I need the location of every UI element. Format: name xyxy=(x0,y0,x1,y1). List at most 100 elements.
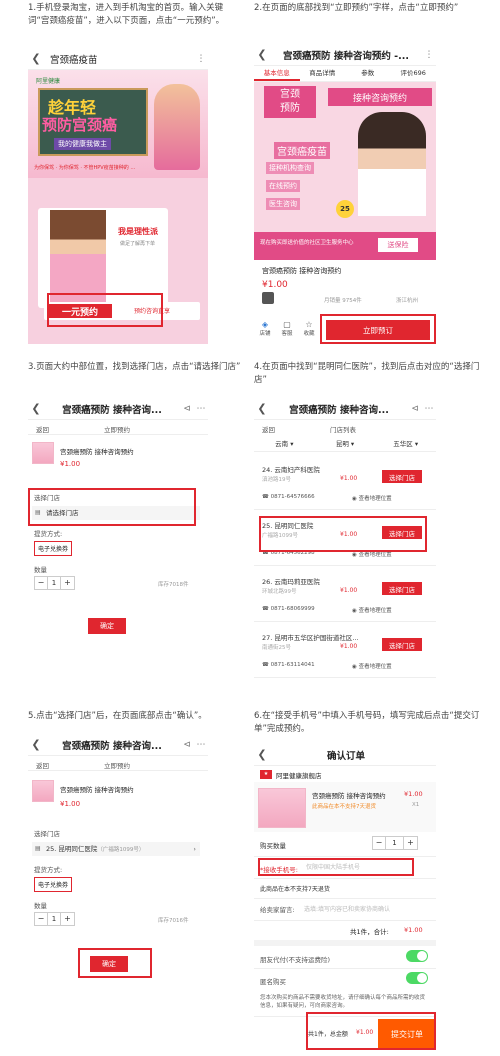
select-store-button[interactable]: 选择门店 xyxy=(382,582,422,595)
district-filter[interactable]: 五华区 ▾ xyxy=(375,438,436,451)
divider xyxy=(254,878,436,879)
slogan: 我的健康我做主 xyxy=(54,138,111,150)
province-filter[interactable]: 云南 ▾ xyxy=(254,438,315,451)
feature-2: 在线预约 xyxy=(266,180,300,192)
back-link[interactable]: 返回 xyxy=(36,760,49,770)
store-label: 选择门店 xyxy=(34,830,60,838)
store-item: 26. 云南玛莉亚医院 环城北路99号 ¥1.00 选择门店 ☎ 0871-68… xyxy=(254,570,436,622)
back-link[interactable]: 返回 xyxy=(262,424,275,434)
qty-value: 1 xyxy=(48,913,61,925)
chevron-right-icon: › xyxy=(193,845,196,853)
plus-icon[interactable]: + xyxy=(404,837,417,849)
tab-book: 立即预约 xyxy=(104,762,130,770)
product-name: 宫颈癌预防 接种咨询预约 xyxy=(262,267,342,275)
tab-basic-info[interactable]: 基本信息 xyxy=(254,66,300,81)
select-store-button[interactable]: 选择门店 xyxy=(382,638,422,651)
bubble-title: 我是理性派 xyxy=(118,227,158,236)
more-icon[interactable]: ⋯ xyxy=(194,740,208,750)
insurance-button[interactable]: 送保险 xyxy=(378,238,418,252)
view-map-link[interactable]: ◉ 查看地理位置 xyxy=(352,606,392,614)
page-title: 宫颈癌预防 接种咨询... xyxy=(62,740,162,752)
minus-icon[interactable]: − xyxy=(373,837,386,849)
address-notice: 您本次购买的商品不需要收货地址，请仔细确认每个商品所需的收货信息，如果有疑问，可… xyxy=(260,995,426,1009)
friend-pay-toggle[interactable] xyxy=(406,950,428,962)
phone-icon: ☎ xyxy=(262,662,269,668)
province-value: 云南 xyxy=(275,440,289,448)
view-map-label: 查看地理位置 xyxy=(358,496,392,502)
back-icon[interactable]: ❮ xyxy=(28,738,44,751)
qty-value: 1 xyxy=(386,837,404,849)
coupon-option[interactable]: 电子兑换券 xyxy=(34,541,73,556)
message-input[interactable]: 选填:填写内容已和卖家协商确认 xyxy=(304,904,390,913)
highlight-store-tongren xyxy=(259,516,427,552)
share-icon[interactable]: ⊲ xyxy=(408,404,422,414)
minus-icon[interactable]: − xyxy=(35,577,48,589)
banner-subline: 为你保驾 · 为你保驾 · 不管HPV疫苗接种的 … xyxy=(34,165,136,171)
shop-name: 阿里健康旗舰店 xyxy=(276,772,322,780)
store-address: 滇池路19号 xyxy=(262,477,291,483)
favorite-action[interactable]: ☆ 收藏 xyxy=(298,316,320,344)
view-map-link[interactable]: ◉ 查看地理位置 xyxy=(352,662,392,670)
back-icon[interactable]: ❮ xyxy=(254,748,270,761)
quantity-stepper[interactable]: −1 + xyxy=(372,836,418,850)
highlight-phone-field xyxy=(258,858,414,876)
plus-icon[interactable]: + xyxy=(61,913,74,925)
quantity-stepper[interactable]: −1 + xyxy=(34,912,75,926)
item-price: ¥1.00 xyxy=(60,800,81,808)
more-icon[interactable]: ⋮ xyxy=(422,50,436,60)
minus-icon[interactable]: − xyxy=(35,913,48,925)
shop-action[interactable]: ◈ 店铺 xyxy=(254,316,276,344)
plus-icon[interactable]: + xyxy=(61,577,74,589)
city-filter[interactable]: 昆明 ▾ xyxy=(315,438,376,451)
confirm-button[interactable]: 确定 xyxy=(88,618,126,634)
banner-left-line2: 预防 xyxy=(280,103,300,114)
back-link[interactable]: 返回 xyxy=(36,424,49,434)
selected-store-name: 25. 昆明同仁医院 xyxy=(46,845,98,853)
search-field[interactable]: 宫颈癌疫苗 xyxy=(44,52,194,66)
city-value: 昆明 xyxy=(335,440,349,448)
cart-icon[interactable] xyxy=(262,292,274,304)
back-icon[interactable]: ❮ xyxy=(254,402,270,415)
qty-label: 数量 xyxy=(34,902,47,910)
more-icon[interactable]: ⋯ xyxy=(194,404,208,414)
tab-params[interactable]: 参数 xyxy=(345,66,391,81)
share-icon[interactable]: ⊲ xyxy=(180,740,194,750)
service-action[interactable]: ▢ 客服 xyxy=(276,316,298,344)
banner-left: 宫颈 预防 xyxy=(264,86,316,118)
quantity-stepper[interactable]: −1 + xyxy=(34,576,75,590)
step-3-caption: 3.页面大约中部位置，找到选择门店，点击“请选择门店” xyxy=(28,362,241,372)
select-store-button[interactable]: 选择门店 xyxy=(382,470,422,483)
doctor-figure xyxy=(358,112,426,216)
pin-icon: ◉ xyxy=(352,608,357,614)
store-price: ¥1.00 xyxy=(340,475,358,482)
no-return-text: 此商品在本不支持7天退货 xyxy=(260,886,330,893)
back-icon[interactable]: ❮ xyxy=(28,52,44,65)
view-map-link[interactable]: ◉ 查看地理位置 xyxy=(352,494,392,502)
more-icon[interactable]: ⋯ xyxy=(422,404,436,414)
store-price: ¥1.00 xyxy=(340,587,358,594)
banner-right: 接种咨询预约 xyxy=(328,88,432,106)
selected-store-field[interactable]: ▤ 25. 昆明同仁医院（广福路1099号） › xyxy=(32,842,200,856)
back-icon[interactable]: ❮ xyxy=(254,48,270,61)
divider xyxy=(254,898,436,899)
product-thumb xyxy=(32,780,54,802)
tab-book: 立即预约 xyxy=(104,426,130,434)
bubble-sub: 做足了解再下单 xyxy=(120,241,156,247)
store-phone-number: 0871-68069999 xyxy=(270,606,315,612)
shop-icon: ◈ xyxy=(261,320,269,329)
banner-left-line1: 宫颈 xyxy=(280,89,300,100)
coupon-option[interactable]: 电子兑换券 xyxy=(34,877,73,892)
service-label: 客服 xyxy=(281,331,293,337)
detail-tabs: 基本信息 商品详情 参数 评价696 xyxy=(254,66,436,82)
more-icon[interactable]: ⋮ xyxy=(194,54,208,64)
back-icon[interactable]: ❮ xyxy=(28,402,44,415)
store-phone: ☎ 0871-63114041 xyxy=(262,662,315,668)
anonymous-toggle[interactable] xyxy=(406,972,428,984)
step-2-caption: 2.在页面的底部找到“立即预约”字样，点击“立即预约” xyxy=(254,3,459,13)
tab-reviews[interactable]: 评价696 xyxy=(391,66,437,81)
item-count: X1 xyxy=(412,802,420,808)
screen-2: ❮ 宫颈癌预防 接种咨询预约 -... ⋮ 基本信息 商品详情 参数 评价696… xyxy=(254,44,436,344)
order-item: 宫颈癌预防 接种咨询预约 此商品在本不支持7天退货 ¥1.00 X1 xyxy=(254,782,436,832)
tab-details[interactable]: 商品详情 xyxy=(300,66,346,81)
share-icon[interactable]: ⊲ xyxy=(180,404,194,414)
